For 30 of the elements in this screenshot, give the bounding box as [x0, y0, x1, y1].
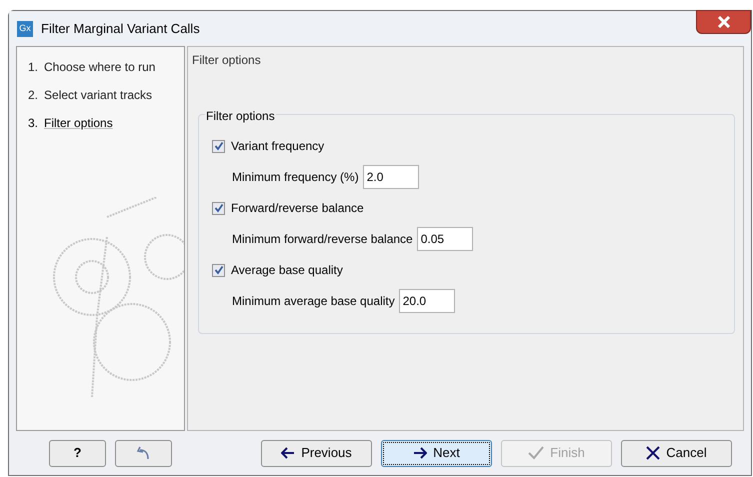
- step-item[interactable]: 2. Select variant tracks: [28, 86, 184, 104]
- cancel-button[interactable]: Cancel: [621, 440, 732, 466]
- checkbox[interactable]: [212, 264, 225, 276]
- checkbox-label: Variant frequency: [231, 138, 324, 155]
- curved-arrow-icon: [136, 445, 152, 461]
- window-title: Filter Marginal Variant Calls: [41, 20, 201, 38]
- checkbox-label: Average base quality: [231, 262, 343, 279]
- next-button[interactable]: Next: [381, 440, 492, 466]
- close-button[interactable]: [696, 10, 751, 34]
- checkbox[interactable]: [212, 140, 225, 152]
- reset-button[interactable]: [115, 440, 172, 466]
- previous-button[interactable]: Previous: [261, 440, 372, 466]
- checkmark-icon: [528, 446, 544, 460]
- help-button[interactable]: ?: [49, 440, 106, 466]
- app-icon: Gx: [17, 20, 33, 36]
- checkbox-label: Forward/reverse balance: [231, 200, 364, 217]
- checkbox[interactable]: [212, 202, 225, 214]
- step-item[interactable]: 3. Filter options: [28, 114, 184, 132]
- step-item[interactable]: 1. Choose where to run: [28, 58, 184, 76]
- close-icon: [716, 16, 730, 28]
- field-label: Minimum forward/reverse balance: [232, 231, 413, 248]
- input-field[interactable]: 2.0: [362, 165, 419, 189]
- input-field[interactable]: 20.0: [398, 289, 455, 313]
- right-arrow-icon: [413, 447, 428, 459]
- close-icon: [646, 446, 660, 460]
- left-arrow-icon: [281, 447, 296, 459]
- field-label: Minimum frequency (%): [232, 169, 359, 186]
- panel-title: Filter options: [192, 52, 262, 69]
- field-label: Minimum average base quality: [232, 293, 395, 310]
- input-field[interactable]: 0.05: [416, 227, 473, 251]
